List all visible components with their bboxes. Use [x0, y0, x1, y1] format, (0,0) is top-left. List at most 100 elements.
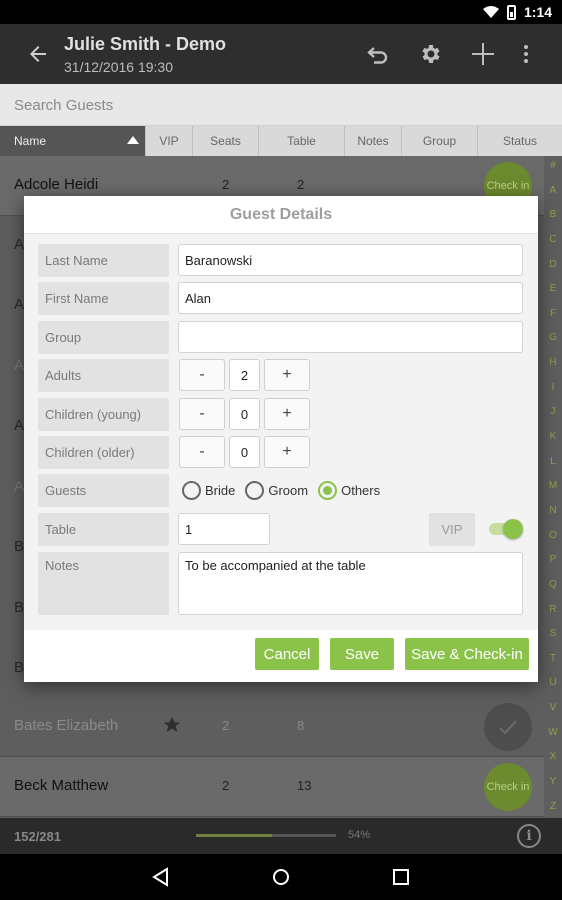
row-initial: A	[14, 478, 25, 495]
children-young-label: Children (young)	[38, 398, 169, 431]
index-letter[interactable]: Q	[549, 579, 557, 590]
vip-toggle[interactable]	[489, 519, 523, 539]
radio-circle	[318, 481, 338, 500]
adults-decrement-button[interactable]: -	[179, 359, 225, 391]
column-header-group[interactable]: Group	[402, 126, 478, 156]
children-young-stepper: - 0 +	[179, 398, 310, 430]
save-button[interactable]: Save	[330, 638, 394, 670]
index-letter[interactable]: L	[550, 456, 556, 467]
guest-name: Beck Matthew	[14, 777, 109, 794]
guest-name: Bates Elizabeth	[14, 717, 119, 734]
column-header-seats[interactable]: Seats	[193, 126, 259, 156]
back-triangle-icon[interactable]	[149, 865, 173, 889]
vip-label: VIP	[429, 513, 475, 546]
progress-fill	[196, 834, 272, 837]
overflow-menu-icon[interactable]	[514, 42, 538, 66]
index-letter[interactable]: R	[549, 604, 556, 615]
groom-radio[interactable]: Groom	[245, 481, 308, 500]
check-in-button[interactable]: Check in	[484, 763, 532, 811]
column-header-notes[interactable]: Notes	[345, 126, 402, 156]
status-icons: 1:14	[482, 0, 552, 24]
guest-table: 8	[297, 718, 305, 733]
index-letter[interactable]: C	[549, 234, 556, 245]
children-older-value[interactable]: 0	[229, 436, 260, 468]
info-icon[interactable]: i	[517, 824, 541, 848]
column-header-status[interactable]: Status	[478, 126, 562, 156]
search-bar	[0, 84, 562, 126]
search-input[interactable]	[14, 90, 544, 120]
checked-in-button[interactable]	[484, 703, 532, 751]
undo-icon[interactable]	[366, 42, 390, 66]
index-letter[interactable]: S	[550, 628, 557, 639]
adults-value[interactable]: 2	[229, 359, 260, 391]
bride-radio[interactable]: Bride	[182, 481, 235, 500]
table-label: Table	[38, 513, 169, 546]
index-letter[interactable]: T	[550, 653, 556, 664]
gear-icon[interactable]	[419, 42, 443, 66]
children-older-increment-button[interactable]: +	[264, 436, 310, 468]
index-letter[interactable]: Z	[550, 801, 556, 812]
alphabet-index[interactable]: # A B C D E F G H I J K L M N O P Q R S T U V W X Y Z	[544, 156, 562, 818]
save-and-check-in-button[interactable]: Save & Check-in	[405, 638, 529, 670]
guest-name: Adcole Heidi	[14, 176, 99, 193]
index-letter[interactable]: X	[550, 751, 557, 762]
children-young-value[interactable]: 0	[229, 398, 260, 430]
guest-seats: 2	[222, 177, 230, 192]
plus-icon[interactable]	[471, 42, 495, 66]
index-letter[interactable]: W	[548, 727, 557, 738]
children-older-decrement-button[interactable]: -	[179, 436, 225, 468]
index-letter[interactable]: F	[550, 308, 556, 319]
toggle-knob	[503, 519, 523, 539]
status-bar: 1:14	[0, 0, 562, 24]
index-letter[interactable]: O	[549, 530, 557, 541]
index-letter[interactable]: M	[549, 480, 557, 491]
group-field[interactable]	[178, 321, 523, 353]
index-letter[interactable]: #	[550, 160, 556, 171]
index-letter[interactable]: V	[550, 702, 557, 713]
index-letter[interactable]: G	[549, 332, 557, 343]
children-young-increment-button[interactable]: +	[264, 398, 310, 430]
radio-label: Bride	[205, 483, 236, 498]
cancel-button[interactable]: Cancel	[255, 638, 319, 670]
recents-square-icon[interactable]	[389, 865, 413, 889]
adults-stepper: - 2 +	[179, 359, 310, 391]
column-header-table[interactable]: Table	[259, 126, 345, 156]
guest-details-dialog: Guest Details Last Name First Name Group…	[24, 196, 538, 682]
clock: 1:14	[523, 4, 552, 20]
index-letter[interactable]: E	[550, 283, 557, 294]
children-older-label: Children (older)	[38, 436, 169, 469]
column-header-vip[interactable]: VIP	[146, 126, 193, 156]
index-letter[interactable]: P	[550, 554, 557, 565]
children-young-decrement-button[interactable]: -	[179, 398, 225, 430]
index-letter[interactable]: I	[552, 382, 555, 393]
others-radio[interactable]: Others	[318, 481, 380, 500]
home-circle-icon[interactable]	[269, 865, 293, 889]
table-row[interactable]: Bates Elizabeth 2 8	[0, 697, 544, 757]
index-letter[interactable]: U	[549, 677, 556, 688]
index-letter[interactable]: H	[549, 357, 556, 368]
sort-ascending-icon	[127, 136, 139, 144]
adults-increment-button[interactable]: +	[264, 359, 310, 391]
check-in-percent: 54%	[348, 829, 371, 841]
notes-field[interactable]: To be accompanied at the table	[178, 552, 523, 615]
index-letter[interactable]: J	[551, 406, 556, 417]
row-initial: B	[14, 538, 25, 555]
column-header-name[interactable]: Name	[0, 126, 146, 156]
radio-circle	[182, 481, 201, 500]
back-arrow-icon[interactable]	[26, 42, 50, 66]
first-name-field[interactable]	[178, 282, 523, 314]
table-field[interactable]	[178, 513, 270, 545]
table-row[interactable]: Beck Matthew 2 13 Check in	[0, 757, 544, 817]
index-letter[interactable]: B	[550, 209, 557, 220]
page-title: Julie Smith - Demo	[64, 34, 227, 54]
row-initial: A	[14, 236, 25, 253]
checkmark-icon	[499, 720, 517, 735]
index-letter[interactable]: A	[550, 185, 557, 196]
index-letter[interactable]: Y	[550, 776, 557, 787]
index-letter[interactable]: K	[550, 431, 557, 442]
index-letter[interactable]: N	[549, 505, 556, 516]
radio-label: Others	[341, 483, 381, 498]
last-name-field[interactable]	[178, 244, 523, 276]
index-letter[interactable]: D	[549, 259, 556, 270]
dialog-actions: Cancel Save Save & Check-in	[24, 630, 538, 682]
